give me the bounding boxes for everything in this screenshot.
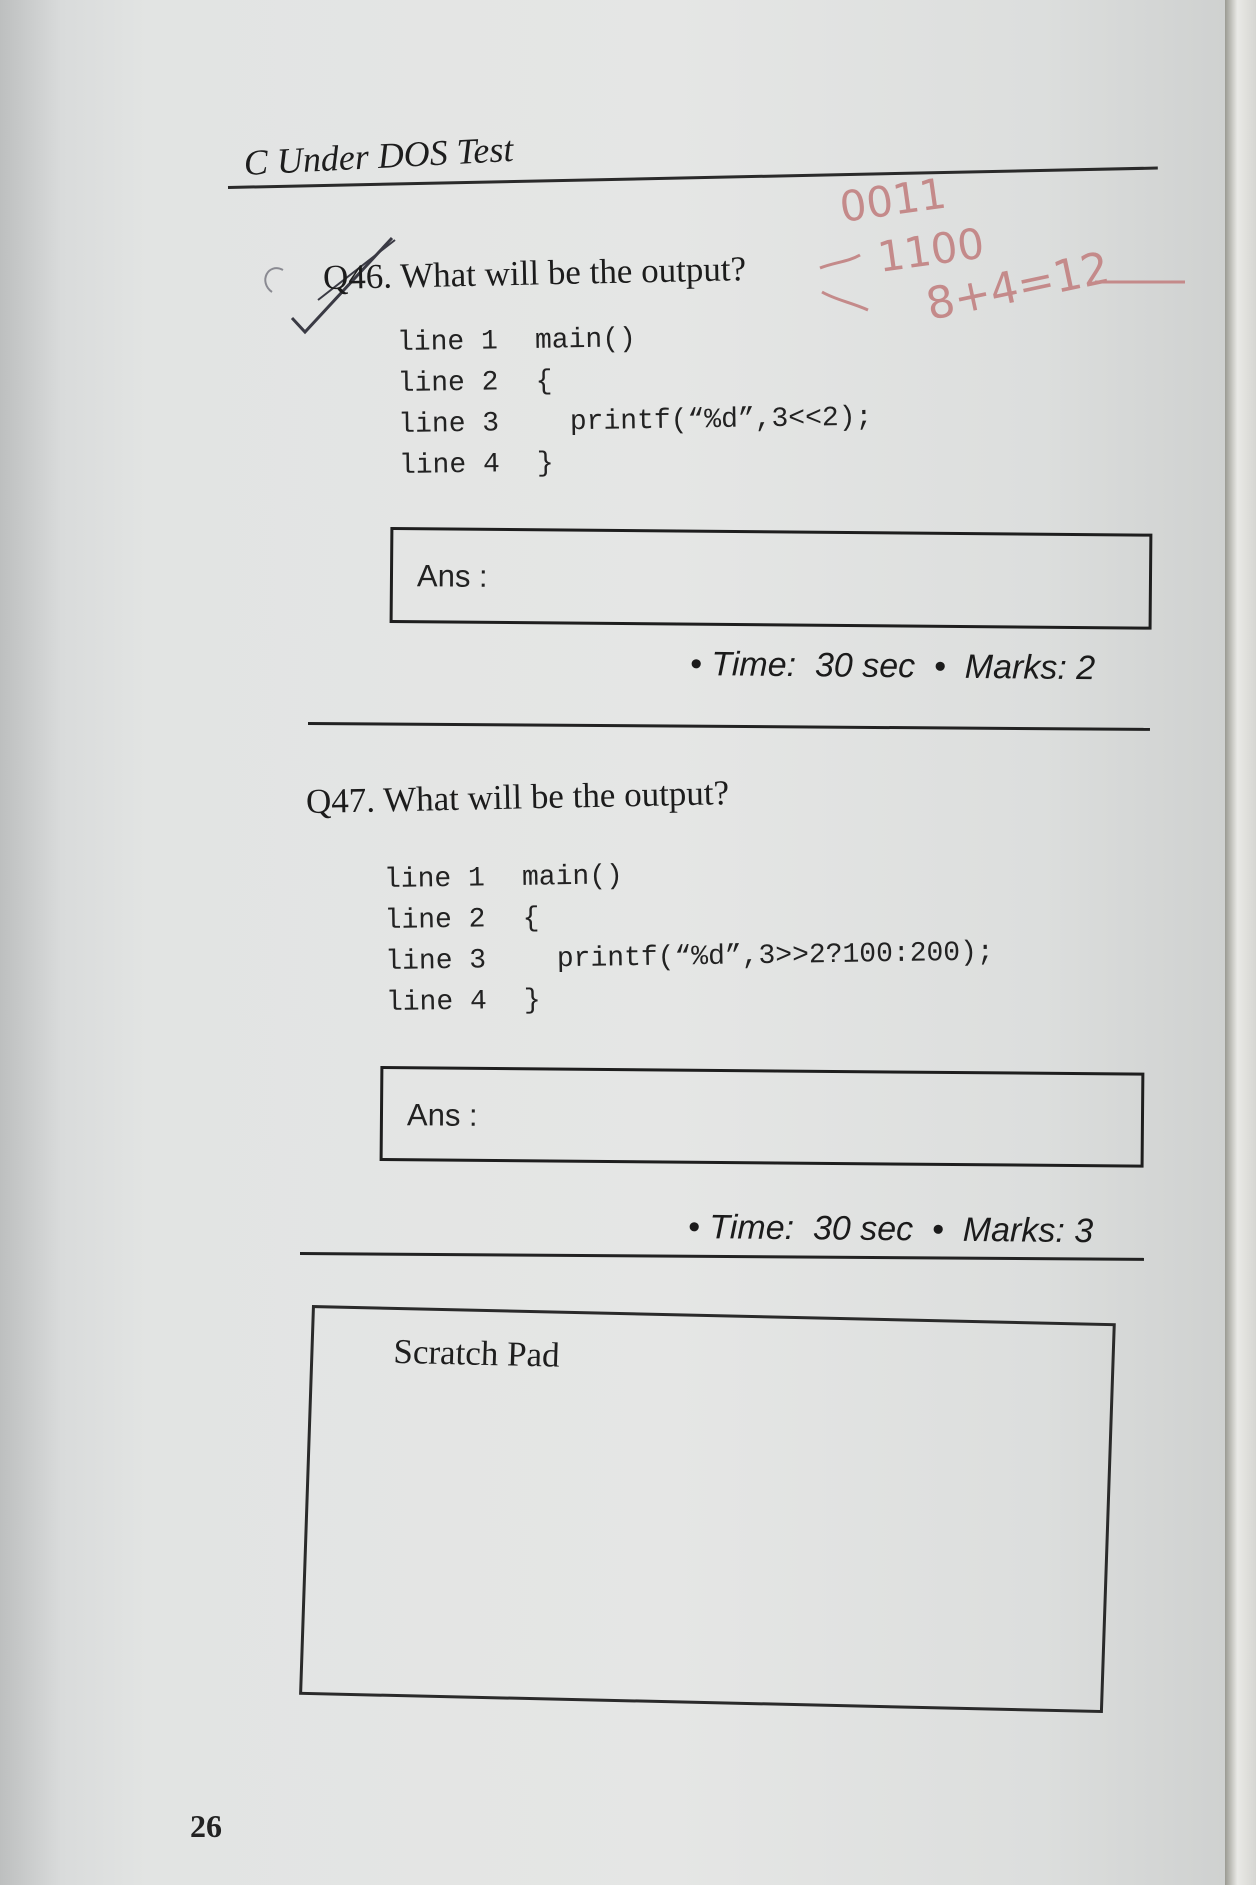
- answer-label: Ans :: [406, 1097, 478, 1133]
- scratch-pad-box[interactable]: Scratch Pad: [299, 1305, 1116, 1714]
- arrow-mark-icon: [819, 253, 869, 312]
- book-page: C Under DOS Test 0011 1100 8+4=12 Q46. W…: [0, 0, 1225, 1885]
- question-46-answer-box[interactable]: Ans :: [389, 527, 1153, 630]
- question-46-code: line 1 main() line 2{ line 3 printf(“%d”,…: [397, 316, 874, 487]
- page-number: 26: [190, 1808, 222, 1844]
- book-page-edge: [1225, 0, 1256, 1885]
- question-47-code: line 1 main() line 2{ line 3 printf(“%d”,…: [384, 850, 995, 1024]
- question-47-answer-box[interactable]: Ans :: [379, 1066, 1145, 1168]
- answer-label: Ans :: [416, 558, 488, 594]
- code-line: line 3 printf(“%d”,3<<2);: [398, 402, 873, 441]
- code-line: line 4}: [398, 448, 555, 482]
- scratch-pad-label: Scratch Pad: [392, 1331, 561, 1375]
- question-46-time-marks: • Time: 30 sec • Marks: 2: [689, 645, 1096, 688]
- circle-mark-icon: [264, 267, 284, 293]
- question-47-time-marks: • Time: 30 sec • Marks: 3: [687, 1208, 1094, 1251]
- handwritten-binary-1: 0011: [837, 169, 950, 232]
